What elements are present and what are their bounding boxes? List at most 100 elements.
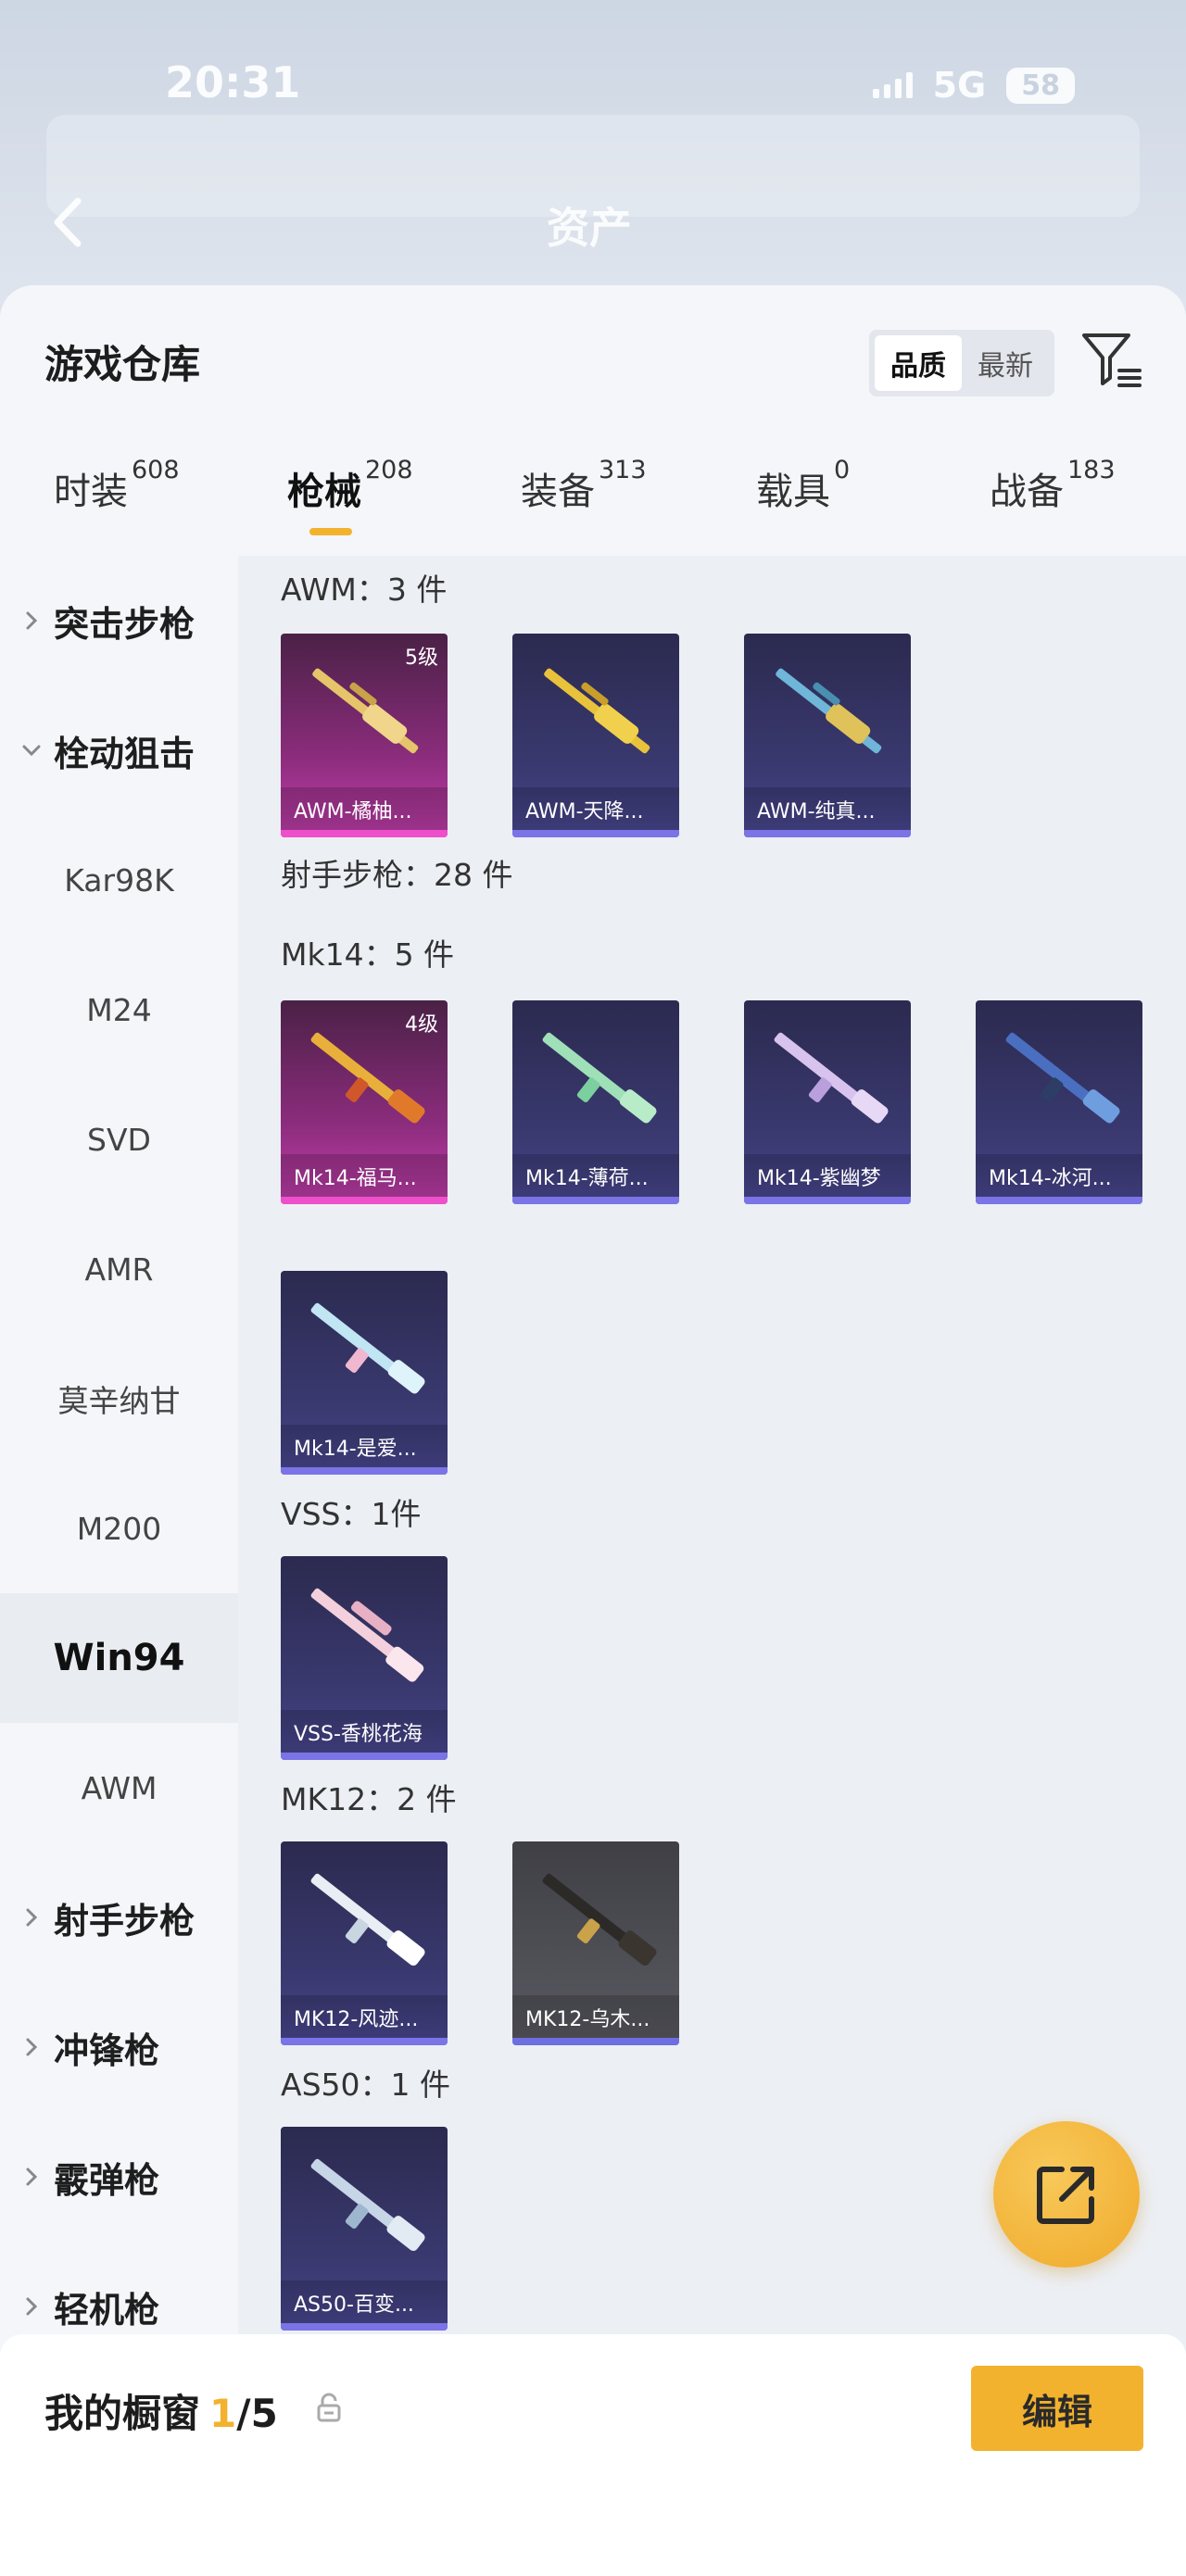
sort-quality-button[interactable]: 品质 — [875, 335, 962, 391]
sheet-title: 游戏仓库 — [44, 342, 201, 387]
tab-equipment[interactable]: 装备313 — [521, 456, 647, 554]
group-title-awm: AWM：3 件 — [281, 572, 448, 608]
weapon-card[interactable]: 5级 AWM-橘柚... — [281, 634, 448, 837]
tab-fashion[interactable]: 时装608 — [54, 456, 180, 554]
chevron-right-icon — [26, 2168, 38, 2186]
nav-title: 资产 — [547, 203, 632, 253]
tab-count: 313 — [599, 456, 647, 484]
rifle-icon — [1005, 1032, 1120, 1124]
weapon-card[interactable]: VSS-香桃花海 — [281, 1556, 448, 1760]
category-label: 轻机枪 — [54, 2289, 160, 2331]
subcategory-kar98k[interactable]: Kar98K — [0, 815, 238, 945]
rifle-icon — [310, 2158, 425, 2252]
rarity-stripe — [744, 830, 911, 837]
category-bolt-action[interactable]: 栓动狙击 — [0, 685, 238, 815]
weapon-card[interactable]: Mk14-薄荷... — [512, 1000, 679, 1204]
weapon-card[interactable]: AS50-百变... — [281, 2127, 448, 2331]
weapon-card[interactable]: Mk14-冰河... — [976, 1000, 1142, 1204]
sort-toggle: 品质 最新 — [869, 330, 1054, 396]
rarity-stripe — [512, 1197, 679, 1204]
showcase-count: 1 — [209, 2391, 237, 2436]
subcategory-label: Kar98K — [64, 861, 174, 898]
category-assault-rifles[interactable]: 突击步枪 — [0, 556, 238, 685]
chevron-down-icon — [22, 745, 41, 757]
card-label: AWM-橘柚... — [281, 787, 448, 830]
rifle-icon — [310, 1873, 425, 1967]
subcategory-label: Win94 — [53, 1637, 185, 1679]
rifle-icon — [310, 1302, 425, 1394]
weapon-card[interactable]: Mk14-是爱... — [281, 1271, 448, 1475]
subcategory-mosin[interactable]: 莫辛纳甘 — [0, 1334, 238, 1464]
rarity-stripe — [281, 2323, 448, 2331]
tab-gear[interactable]: 战备183 — [990, 456, 1116, 554]
group-title-mk14: Mk14：5 件 — [281, 936, 455, 973]
rarity-stripe — [281, 2038, 448, 2045]
back-arrow-icon[interactable] — [41, 190, 96, 255]
rifle-icon — [542, 1873, 657, 1967]
network-label: 5G — [932, 65, 987, 106]
card-label: Mk14-紫幽梦 — [744, 1154, 911, 1197]
status-bar: 20:31 5G 58 — [0, 0, 1186, 120]
subcategory-awm[interactable]: AWM — [0, 1723, 238, 1853]
card-label: VSS-香桃花海 — [281, 1710, 448, 1753]
card-label: AS50-百变... — [281, 2281, 448, 2323]
category-label: 栓动狙击 — [54, 733, 196, 774]
showcase-title-row: 我的橱窗 1 /5 — [44, 2382, 278, 2439]
share-icon — [1037, 2167, 1094, 2224]
chevron-right-icon — [26, 2038, 38, 2056]
subcategory-m24[interactable]: M24 — [0, 945, 238, 1074]
card-label: Mk14-是爱... — [281, 1425, 448, 1467]
tab-active-indicator — [309, 528, 352, 535]
card-label: Mk14-薄荷... — [512, 1154, 679, 1197]
weapon-card[interactable]: Mk14-紫幽梦 — [744, 1000, 911, 1204]
status-time: 20:31 — [165, 57, 301, 107]
rifle-icon — [310, 1588, 424, 1682]
weapon-card[interactable]: MK12-风迹... — [281, 1841, 448, 2045]
rarity-stripe — [281, 1197, 448, 1204]
rarity-stripe — [512, 830, 679, 837]
rifle-icon — [544, 668, 650, 754]
showcase-bar: 我的橱窗 1 /5 编辑 — [0, 2334, 1186, 2576]
tab-label: 载具 — [756, 471, 830, 513]
weapon-card[interactable]: AWM-天降... — [512, 634, 679, 837]
sort-latest-button[interactable]: 最新 — [962, 335, 1049, 391]
chevron-right-icon — [26, 2297, 38, 2316]
card-label: Mk14-冰河... — [976, 1154, 1142, 1197]
edit-button[interactable]: 编辑 — [971, 2366, 1143, 2451]
lock-icon — [317, 2393, 341, 2422]
subcategory-label: SVD — [87, 1121, 151, 1158]
group-title-vss: VSS：1件 — [281, 1496, 422, 1532]
tab-count: 208 — [365, 456, 413, 484]
tab-label: 装备 — [521, 471, 595, 513]
subcategory-label: 莫辛纳甘 — [57, 1383, 181, 1419]
card-label: AWM-天降... — [512, 787, 679, 830]
share-button[interactable] — [993, 2121, 1140, 2268]
category-label: 突击步枪 — [54, 603, 196, 645]
subcategory-svd[interactable]: SVD — [0, 1074, 238, 1204]
category-label: 霰弹枪 — [54, 2159, 160, 2201]
category-smg[interactable]: 冲锋枪 — [0, 1982, 238, 2112]
subcategory-label: AMR — [84, 1250, 154, 1288]
weapon-card[interactable]: AWM-纯真... — [744, 634, 911, 837]
sheet-header: 游戏仓库 品质 最新 时装608 枪械208 装备313 载具0 战备183 — [0, 285, 1186, 563]
tab-vehicles[interactable]: 载具0 — [756, 456, 850, 554]
weapon-card[interactable]: MK12-乌木... — [512, 1841, 679, 2045]
rarity-stripe — [281, 830, 448, 837]
filter-icon[interactable] — [1079, 326, 1143, 391]
rifle-icon — [542, 1032, 657, 1124]
subcategory-m200[interactable]: M200 — [0, 1464, 238, 1593]
chevron-right-icon — [26, 611, 38, 630]
tab-count: 608 — [132, 456, 180, 484]
category-marksman-rifles[interactable]: 射手步枪 — [0, 1853, 238, 1982]
category-shotguns[interactable]: 霰弹枪 — [0, 2112, 238, 2242]
subcategory-win94[interactable]: Win94 — [0, 1593, 238, 1723]
group-title-as50: AS50：1 件 — [281, 2067, 450, 2103]
rarity-stripe — [512, 2038, 679, 2045]
showcase-total: /5 — [236, 2391, 278, 2436]
weapon-grid: AWM：3 件 5级 AWM-橘柚... AWM-天降... AWM-纯真...… — [238, 556, 1186, 2576]
subcategory-amr[interactable]: AMR — [0, 1204, 238, 1334]
chevron-right-icon — [26, 1908, 38, 1927]
subcategory-label: M200 — [76, 1510, 162, 1547]
tab-firearms[interactable]: 枪械208 — [287, 456, 413, 554]
weapon-card[interactable]: 4级 Mk14-福马... — [281, 1000, 448, 1204]
